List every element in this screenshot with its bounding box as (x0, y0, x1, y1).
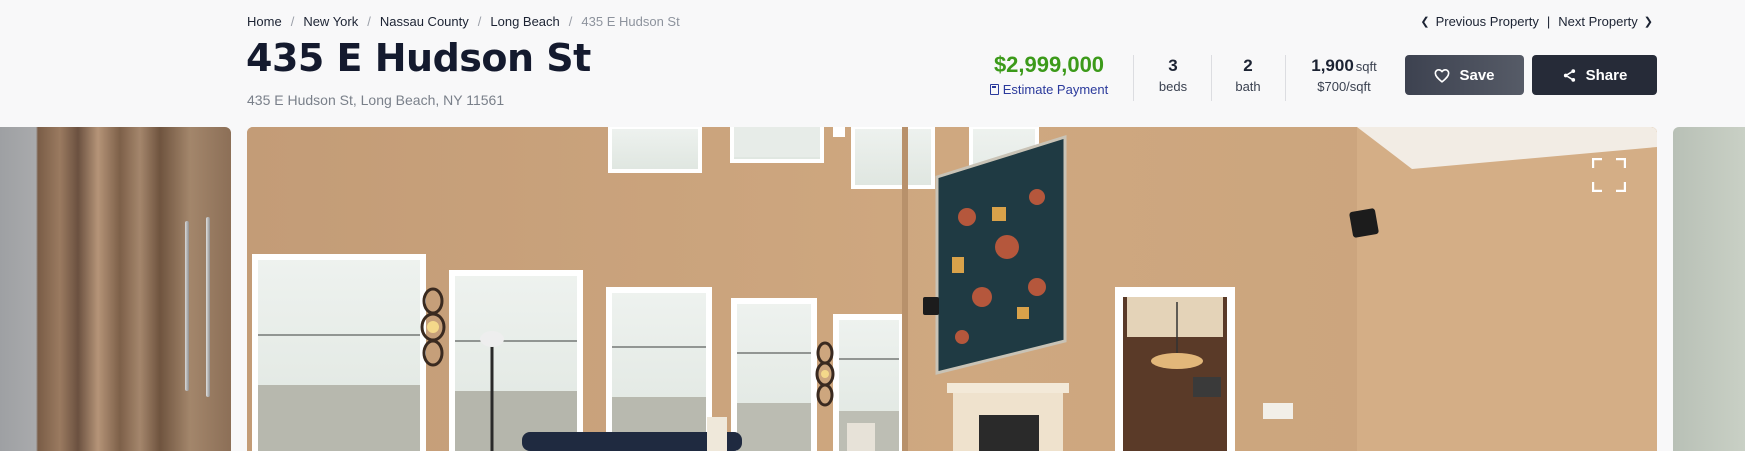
bath-stat: 2 bath (1225, 56, 1271, 94)
page-title: 435 E Hudson St (246, 36, 591, 80)
photo-gallery (0, 127, 1745, 451)
sqft-value-row: 1,900 sqft (1302, 56, 1386, 76)
gallery-previous-photo[interactable] (0, 127, 231, 451)
share-icon (1563, 68, 1575, 82)
living-room-photo (247, 127, 1657, 451)
calculator-icon (989, 84, 999, 95)
breadcrumb-state[interactable]: New York (303, 14, 358, 29)
share-button-label: Share (1585, 66, 1628, 84)
stat-divider (1211, 55, 1212, 101)
beds-stat: 3 beds (1150, 56, 1196, 94)
sqft-unit: sqft (1355, 59, 1377, 74)
breadcrumb-separator: / (367, 14, 371, 29)
breadcrumb-home[interactable]: Home (247, 14, 282, 29)
breadcrumb-separator: / (568, 14, 573, 29)
breadcrumb-separator: / (290, 14, 295, 29)
price-block: $2,999,000 Estimate Payment (988, 52, 1110, 97)
chevron-right-icon: ❯ (1643, 16, 1653, 28)
save-button[interactable]: Save (1405, 55, 1524, 95)
cabinet-handle (206, 217, 210, 397)
save-button-label: Save (1459, 66, 1495, 84)
property-address: 435 E Hudson St, Long Beach, NY 11561 (247, 92, 505, 108)
share-button[interactable]: Share (1532, 55, 1657, 95)
cabinet-handle (185, 221, 189, 391)
bath-label: bath (1235, 79, 1261, 94)
price-per-sqft: $700/sqft (1317, 79, 1371, 94)
previous-property-link[interactable]: ❮ Previous Property (1414, 14, 1539, 29)
estimate-payment-link[interactable]: Estimate Payment (988, 82, 1110, 97)
listing-price: $2,999,000 (993, 52, 1105, 77)
fullscreen-icon[interactable] (1592, 158, 1626, 192)
breadcrumb: Home / New York / Nassau County / Long B… (247, 14, 680, 29)
stat-divider (1133, 55, 1134, 101)
breadcrumb-current: 435 E Hudson St (581, 14, 680, 29)
gallery-main-photo[interactable] (247, 127, 1657, 451)
stat-divider (1285, 55, 1286, 101)
next-property-label: Next Property (1558, 14, 1638, 29)
chevron-left-icon: ❮ (1420, 16, 1430, 28)
bath-value: 2 (1243, 56, 1253, 75)
estimate-payment-label: Estimate Payment (1002, 82, 1109, 97)
next-property-link[interactable]: Next Property ❯ (1558, 14, 1659, 29)
previous-property-label: Previous Property (1435, 14, 1539, 29)
breadcrumb-separator: / (477, 14, 482, 29)
gallery-next-photo[interactable] (1673, 127, 1745, 451)
nav-divider: | (1546, 14, 1551, 29)
breadcrumb-county[interactable]: Nassau County (380, 14, 469, 29)
property-navigation: ❮ Previous Property | Next Property ❯ (1414, 14, 1659, 29)
breadcrumb-city[interactable]: Long Beach (490, 14, 559, 29)
heart-icon (1435, 68, 1450, 83)
sqft-stat: 1,900 sqft $700/sqft (1302, 56, 1386, 94)
beds-value: 3 (1168, 56, 1178, 75)
sqft-value: 1,900 (1311, 56, 1354, 75)
beds-label: beds (1158, 79, 1188, 94)
